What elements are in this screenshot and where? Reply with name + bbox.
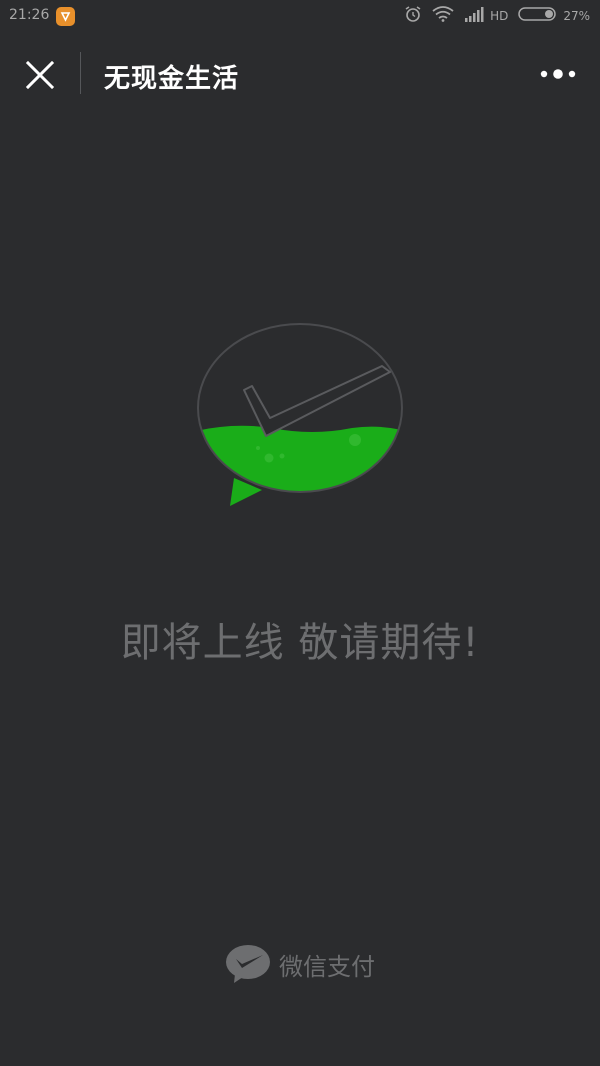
wechat-pay-brand: 微信支付 (0, 944, 600, 984)
status-bar: 21:26 HD 27% (0, 0, 600, 32)
screen: 21:26 HD 27% 无现金生活 即将上线 敬请期待! 微信支付 (0, 0, 600, 1066)
battery-percentage: 27% (563, 9, 590, 23)
alarm-icon (404, 5, 422, 27)
status-time: 21:26 (9, 7, 50, 23)
battery-icon (518, 6, 558, 26)
title-divider (80, 52, 81, 94)
status-indicators: HD 27% (394, 6, 590, 26)
network-type: HD (490, 9, 509, 23)
close-icon (26, 61, 54, 89)
notification-app-icon (56, 7, 75, 26)
title-bar: 无现金生活 (0, 32, 600, 114)
page-title: 无现金生活 (104, 64, 240, 94)
wechat-pay-label: 微信支付 (279, 952, 375, 981)
coming-soon-message: 即将上线 敬请期待! (120, 620, 480, 666)
more-dots-icon (540, 69, 576, 79)
wechat-pay-logo-icon (197, 323, 403, 506)
more-options-button[interactable] (536, 59, 580, 89)
signal-icon (464, 6, 486, 26)
close-button[interactable] (20, 55, 60, 95)
wechat-pay-icon (226, 945, 270, 983)
wifi-icon (432, 6, 454, 26)
